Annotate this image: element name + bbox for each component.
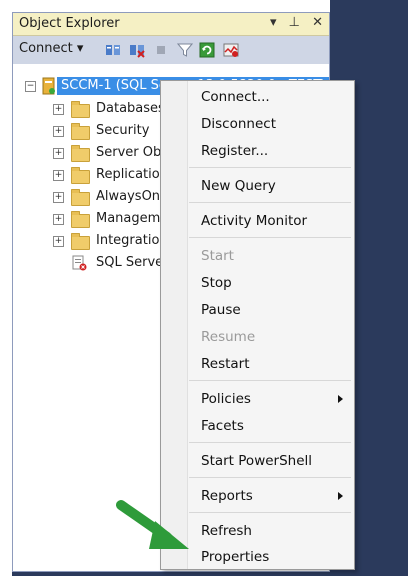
menu-item-register[interactable]: Register... [187, 139, 353, 163]
menu-item-new-query[interactable]: New Query [187, 174, 353, 198]
menu-item-stop[interactable]: Stop [187, 271, 353, 295]
menu-separator [189, 167, 351, 168]
menu-item-label: Policies [201, 391, 251, 407]
green-arrow-pointer [116, 500, 189, 549]
folder-icon [71, 145, 90, 162]
menu-icon-gutter [161, 81, 188, 569]
panel-title: Object Explorer [19, 16, 120, 31]
menu-separator [189, 237, 351, 238]
collapse-icon[interactable]: − [25, 81, 36, 92]
disconnect-icon[interactable] [129, 42, 145, 58]
menu-item-connect[interactable]: Connect... [187, 85, 353, 109]
expand-icon[interactable]: + [53, 214, 64, 225]
menu-separator [189, 512, 351, 513]
pin-icon[interactable]: ⊥ [289, 15, 300, 30]
expand-icon[interactable]: + [53, 104, 64, 115]
folder-icon [71, 123, 90, 140]
activity-monitor-icon[interactable] [223, 42, 239, 58]
menu-item-start: Start [201, 248, 234, 264]
menu-item-resume: Resume [201, 329, 256, 345]
folder-icon [71, 167, 90, 184]
panel-title-controls: ▾ ⊥ ✕ [262, 15, 323, 30]
expand-icon[interactable]: + [53, 236, 64, 247]
close-icon[interactable]: ✕ [312, 15, 323, 30]
tree-node-label: Databases [96, 101, 165, 116]
menu-item-label: Reports [201, 488, 253, 504]
dropdown-icon[interactable]: ▾ [270, 15, 277, 30]
menu-item-activity-monitor[interactable]: Activity Monitor [187, 209, 353, 233]
refresh-icon[interactable] [199, 42, 215, 58]
menu-separator [189, 380, 351, 381]
menu-item-policies[interactable]: Policies [187, 387, 353, 411]
menu-item-disconnect[interactable]: Disconnect [187, 112, 353, 136]
menu-item-pause[interactable]: Pause [187, 298, 353, 322]
expand-icon[interactable]: + [53, 148, 64, 159]
folder-icon [71, 211, 90, 228]
expand-icon[interactable]: + [53, 170, 64, 181]
connect-object-explorer-icon[interactable] [105, 42, 121, 58]
menu-item-start-powershell[interactable]: Start PowerShell [187, 449, 353, 473]
expand-icon[interactable]: + [53, 192, 64, 203]
menu-item-reports[interactable]: Reports [187, 484, 353, 508]
panel-title-bar: Object Explorer ▾ ⊥ ✕ [13, 13, 329, 36]
server-icon [42, 77, 55, 95]
menu-separator [189, 202, 351, 203]
menu-item-properties[interactable]: Properties [187, 545, 353, 569]
submenu-arrow-icon [338, 395, 343, 403]
folder-icon [71, 233, 90, 250]
expand-icon[interactable]: + [53, 126, 64, 137]
connect-button[interactable]: Connect ▾ [19, 41, 83, 56]
panel-toolbar: Connect ▾ [13, 36, 329, 64]
tree-node-label: Replication [96, 167, 168, 182]
submenu-arrow-icon [338, 492, 343, 500]
menu-separator [189, 442, 351, 443]
stop-icon[interactable] [153, 42, 169, 58]
menu-item-refresh[interactable]: Refresh [187, 519, 353, 543]
menu-item-facets[interactable]: Facets [187, 414, 353, 438]
menu-item-restart[interactable]: Restart [187, 352, 353, 376]
sql-agent-icon [72, 255, 87, 271]
folder-icon [71, 101, 90, 118]
menu-separator [189, 477, 351, 478]
filter-icon[interactable] [177, 42, 193, 58]
folder-icon [71, 189, 90, 206]
tree-node-label: Security [96, 123, 150, 138]
